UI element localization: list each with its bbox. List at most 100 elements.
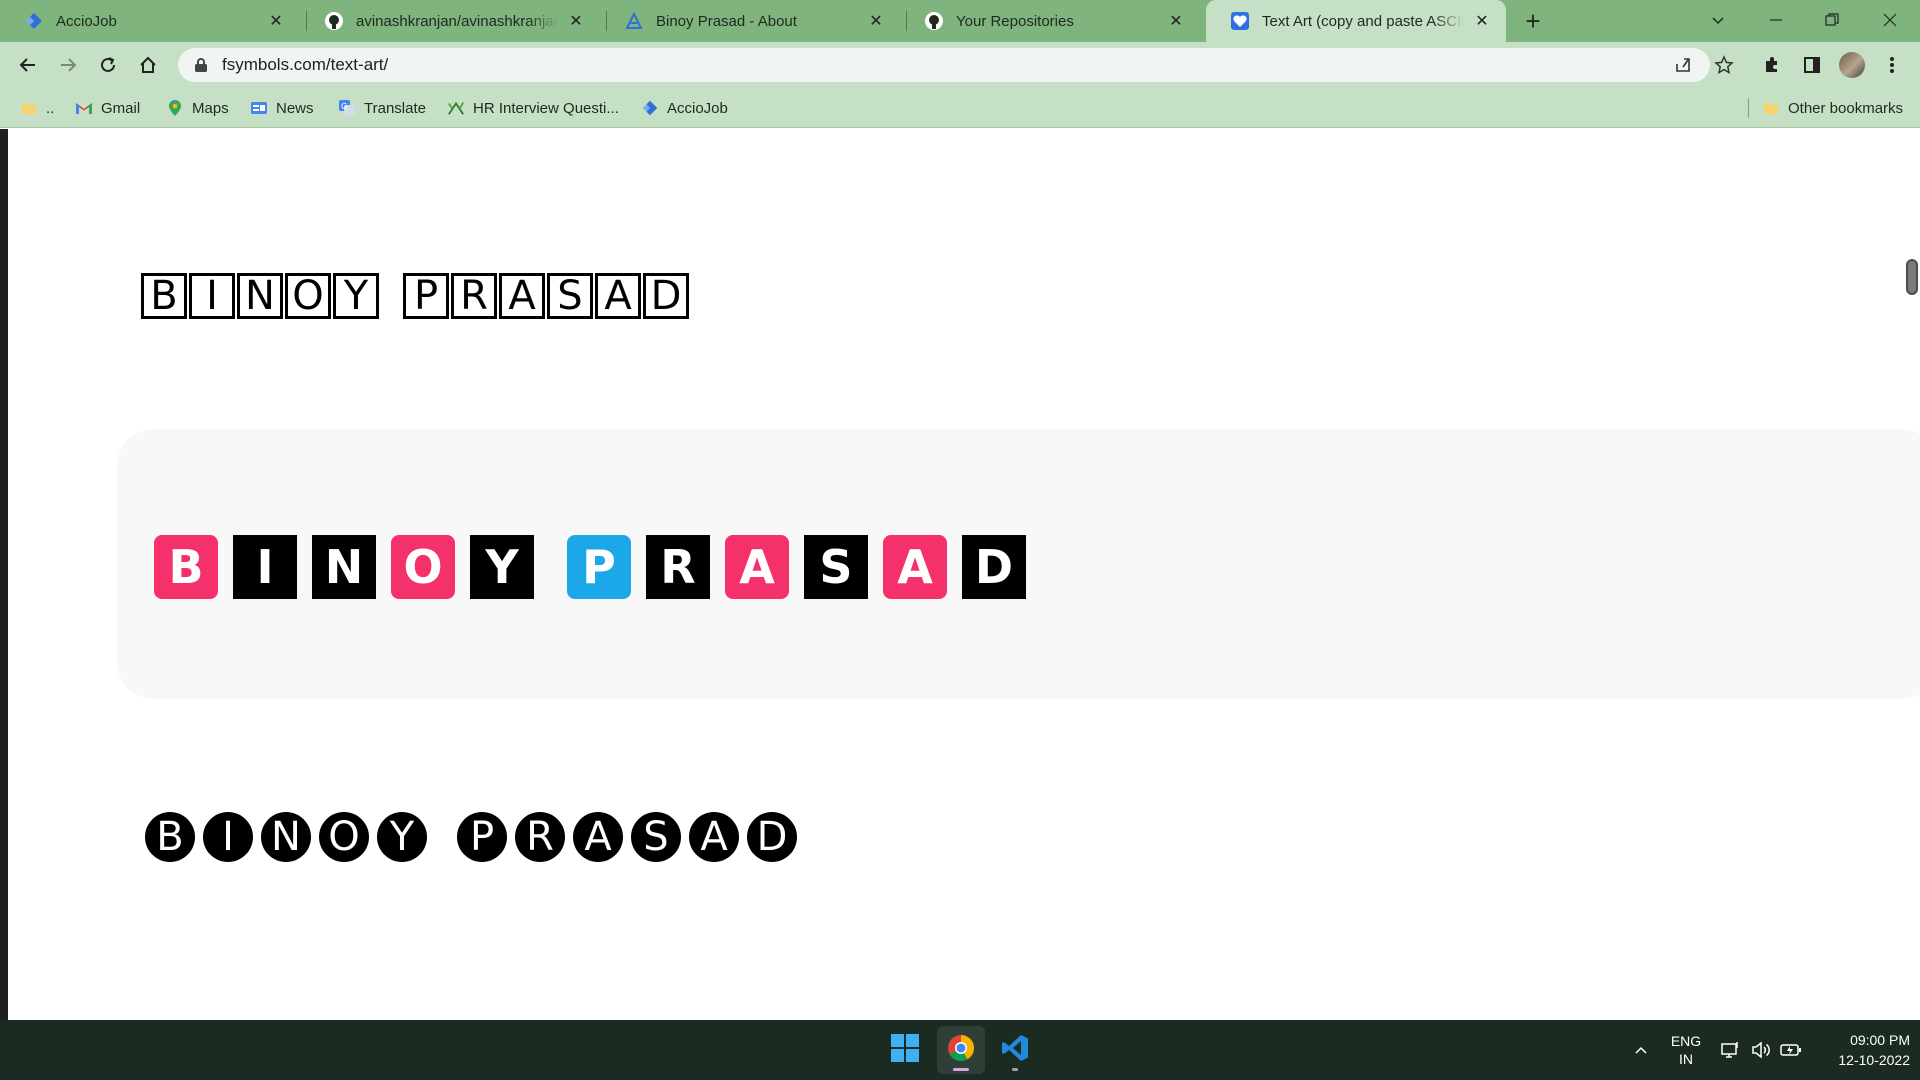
taskbar-vscode[interactable]: [991, 1026, 1039, 1074]
bookmark-news[interactable]: News: [250, 88, 314, 128]
art-letter: N: [261, 812, 311, 862]
close-window-icon[interactable]: [1862, 0, 1918, 40]
maps-icon: [166, 99, 184, 117]
acciojob-icon: [641, 99, 659, 117]
profile-avatar[interactable]: [1837, 50, 1867, 80]
bookmark-acciojob[interactable]: AccioJob: [641, 88, 728, 128]
text-art-circled[interactable]: B I N O Y P R A S A D: [145, 812, 805, 862]
art-letter-tile: R: [646, 535, 710, 599]
art-letter-tile: Y: [470, 535, 534, 599]
bookmark-translate[interactable]: G Translate: [338, 88, 426, 128]
tab-github-repo[interactable]: avinashkranjan/avinashkranjan.github.io …: [300, 0, 600, 42]
svg-text:G: G: [341, 102, 347, 111]
github-icon: [324, 11, 344, 31]
art-letter-tile: D: [962, 535, 1026, 599]
restore-icon[interactable]: [1804, 0, 1860, 40]
art-letter: S: [631, 812, 681, 862]
acciojob-icon: [24, 11, 44, 31]
art-letter-tile: B: [154, 535, 218, 599]
taskbar: ENG IN 09:00 PM 12-10-2022: [0, 1020, 1920, 1080]
art-letter: R: [451, 273, 497, 319]
clock-time: 09:00 PM: [1850, 1032, 1910, 1048]
system-clock[interactable]: 09:00 PM 12-10-2022: [1810, 1030, 1910, 1070]
bookmark-label: Gmail: [101, 99, 141, 117]
bookmarks-divider: [1748, 98, 1749, 118]
bookmark-label: ..: [46, 99, 55, 117]
bookmark-label: Translate: [364, 99, 426, 117]
text-art-outlined[interactable]: B I N O Y P R A S A D: [141, 273, 691, 319]
art-letter-tile: I: [233, 535, 297, 599]
art-letter: A: [689, 812, 739, 862]
other-bookmarks[interactable]: Other bookmarks: [1762, 88, 1903, 128]
back-icon[interactable]: [13, 50, 43, 80]
tab-search-chevron-icon[interactable]: [1690, 0, 1746, 40]
art-letter-tile: A: [883, 535, 947, 599]
browser-toolbar: [0, 42, 1920, 88]
art-letter-tile: P: [567, 535, 631, 599]
bookmark-label: HR Interview Questi...: [473, 99, 619, 117]
text-art-filled[interactable]: BINOYPRASAD: [154, 535, 1041, 599]
reload-icon[interactable]: [93, 50, 123, 80]
side-panel-icon[interactable]: [1797, 50, 1827, 80]
windows-icon: [890, 1033, 920, 1068]
plant-icon: [447, 99, 465, 117]
tab-title: Your Repositories: [956, 12, 1074, 30]
url-input[interactable]: [222, 55, 1622, 75]
avatar: [1839, 52, 1865, 78]
tab-title: avinashkranjan/avinashkranjan.github.io: [356, 12, 558, 30]
tab-title: Text Art (copy and paste ASCII pictures): [1262, 12, 1464, 30]
close-icon[interactable]: ✕: [866, 11, 886, 31]
art-letter: P: [403, 273, 449, 319]
forward-icon[interactable]: [53, 50, 83, 80]
art-letter: O: [319, 812, 369, 862]
lock-icon[interactable]: [192, 56, 210, 74]
bookmark-maps[interactable]: Maps: [166, 88, 229, 128]
scrollbar-thumb[interactable]: [1906, 259, 1918, 295]
close-icon[interactable]: ✕: [266, 11, 286, 31]
close-icon[interactable]: ✕: [1472, 11, 1492, 31]
running-indicator: [1012, 1068, 1018, 1071]
art-letter: Y: [377, 812, 427, 862]
folder-icon: [20, 99, 38, 117]
tab-your-repositories[interactable]: Your Repositories ✕: [900, 0, 1200, 42]
tray-overflow-chevron-icon[interactable]: [1626, 1020, 1656, 1080]
home-icon[interactable]: [133, 50, 163, 80]
tab-binoy-about[interactable]: Binoy Prasad - About ✕: [600, 0, 900, 42]
art-letter-tile: O: [391, 535, 455, 599]
gmail-icon: [75, 99, 93, 117]
taskbar-chrome[interactable]: [937, 1026, 985, 1074]
bookmark-star-icon[interactable]: [1709, 50, 1739, 80]
network-icon[interactable]: [1718, 1020, 1744, 1080]
close-icon[interactable]: ✕: [1166, 11, 1186, 31]
bookmark-folder[interactable]: ..: [20, 88, 54, 128]
minimize-icon[interactable]: [1748, 0, 1804, 40]
bookmark-label: Other bookmarks: [1788, 99, 1904, 117]
bookmark-hr-interview[interactable]: HR Interview Questi...: [447, 88, 619, 128]
art-letter-tile: N: [312, 535, 376, 599]
bookmark-label: News: [276, 99, 314, 117]
news-icon: [250, 99, 268, 117]
address-bar[interactable]: [178, 48, 1710, 82]
bookmark-gmail[interactable]: Gmail: [75, 88, 140, 128]
tab-strip: AccioJob ✕ avinashkranjan/avinashkranjan…: [0, 0, 1920, 42]
volume-icon[interactable]: [1748, 1020, 1774, 1080]
close-icon[interactable]: ✕: [566, 11, 586, 31]
tab-title: AccioJob: [56, 12, 117, 30]
art-letter: A: [595, 273, 641, 319]
menu-kebab-icon[interactable]: [1877, 50, 1907, 80]
bookmark-label: AccioJob: [667, 99, 728, 117]
page-content: B I N O Y P R A S A D BINOYPRASAD B I N …: [0, 129, 1920, 1020]
language-indicator[interactable]: ENG IN: [1664, 1032, 1708, 1068]
battery-icon[interactable]: [1778, 1020, 1804, 1080]
art-letter: D: [643, 273, 689, 319]
art-letter-tile: A: [725, 535, 789, 599]
art-letter: S: [547, 273, 593, 319]
tab-acciojob[interactable]: AccioJob ✕: [0, 0, 300, 42]
share-icon[interactable]: [1668, 50, 1698, 80]
tab-text-art[interactable]: Text Art (copy and paste ASCII pictures)…: [1206, 0, 1506, 42]
folder-icon: [1762, 99, 1780, 117]
art-letter: O: [285, 273, 331, 319]
new-tab-button[interactable]: +: [1518, 6, 1548, 36]
start-button[interactable]: [881, 1026, 929, 1074]
extensions-icon[interactable]: [1757, 50, 1787, 80]
